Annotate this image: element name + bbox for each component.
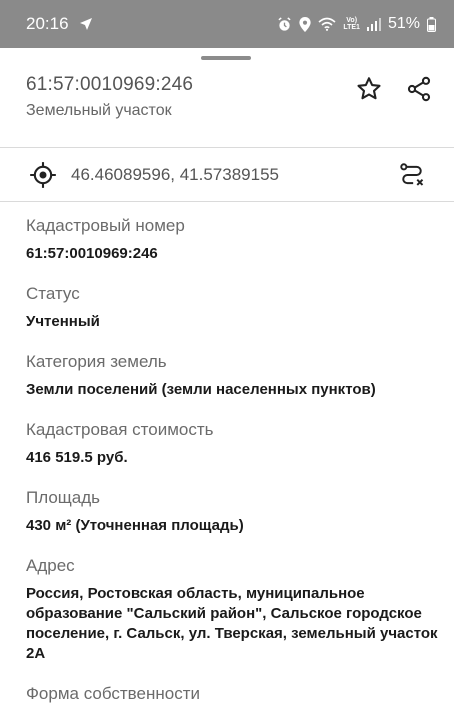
header-actions (354, 74, 434, 104)
field-label: Адрес (26, 556, 75, 575)
field-label: Кадастровый номер (26, 216, 185, 235)
coordinates-row[interactable]: 46.46089596, 41.57389155 (0, 149, 454, 201)
lte-label: LTE1 (343, 24, 360, 31)
share-button[interactable] (404, 74, 434, 104)
status-time: 20:16 (26, 14, 69, 33)
field-status: Статус Учтенный (26, 284, 444, 332)
field-value: 61:57:0010969:246 (26, 245, 158, 262)
route-icon (400, 163, 424, 186)
battery-icon (427, 16, 436, 32)
field-label: Кадастровая стоимость (26, 420, 214, 439)
field-ownership-form: Форма собственности (26, 684, 444, 704)
signal-icon (366, 17, 381, 31)
location-pin-icon (299, 16, 311, 32)
field-label: Площадь (26, 488, 101, 507)
my-location-target-icon (29, 161, 57, 194)
star-icon (357, 77, 381, 100)
field-label: Категория земель (26, 352, 167, 371)
field-land-category: Категория земель Земли поселений (земли … (26, 352, 444, 400)
alarm-icon (277, 16, 292, 32)
wifi-icon (318, 17, 336, 31)
field-address: Адрес Россия, Ростовская область, муници… (26, 556, 444, 664)
navigation-arrow-icon (79, 17, 93, 31)
field-area: Площадь 430 м² (Уточненная площадь) (26, 488, 444, 536)
field-value: 416 519.5 руб. (26, 449, 128, 466)
field-value: Учтенный (26, 313, 100, 330)
field-cadastral-number: Кадастровый номер 61:57:0010969:246 (26, 216, 444, 264)
field-value: 430 м² (Уточненная площадь) (26, 517, 244, 534)
field-label: Статус (26, 284, 80, 303)
parcel-details: Кадастровый номер 61:57:0010969:246 Стат… (26, 216, 444, 710)
status-bar-left: 20:16 (26, 14, 93, 34)
page-subtitle: Земельный участок (26, 102, 172, 119)
status-bar: 20:16 Vo) LTE1 51% (0, 0, 454, 48)
volte-lte-indicator: Vo) LTE1 (343, 17, 360, 31)
battery-percent: 51% (387, 15, 420, 32)
divider (0, 201, 454, 202)
share-icon (407, 76, 431, 102)
parcel-header: 61:57:0010969:246 Земельный участок (26, 74, 434, 134)
field-value: Россия, Ростовская область, муниципально… (26, 585, 438, 662)
divider (0, 147, 454, 148)
field-value: Земли поселений (земли населенных пункто… (26, 381, 376, 398)
status-bar-right: Vo) LTE1 51% (277, 15, 436, 33)
volte-label: Vo) (346, 17, 358, 24)
route-button[interactable] (398, 161, 426, 194)
coordinates-text[interactable]: 46.46089596, 41.57389155 (71, 165, 279, 185)
favorite-button[interactable] (354, 74, 384, 104)
field-cadastral-value: Кадастровая стоимость 416 519.5 руб. (26, 420, 444, 468)
field-label: Форма собственности (26, 684, 200, 703)
sheet-drag-handle[interactable] (201, 56, 251, 60)
